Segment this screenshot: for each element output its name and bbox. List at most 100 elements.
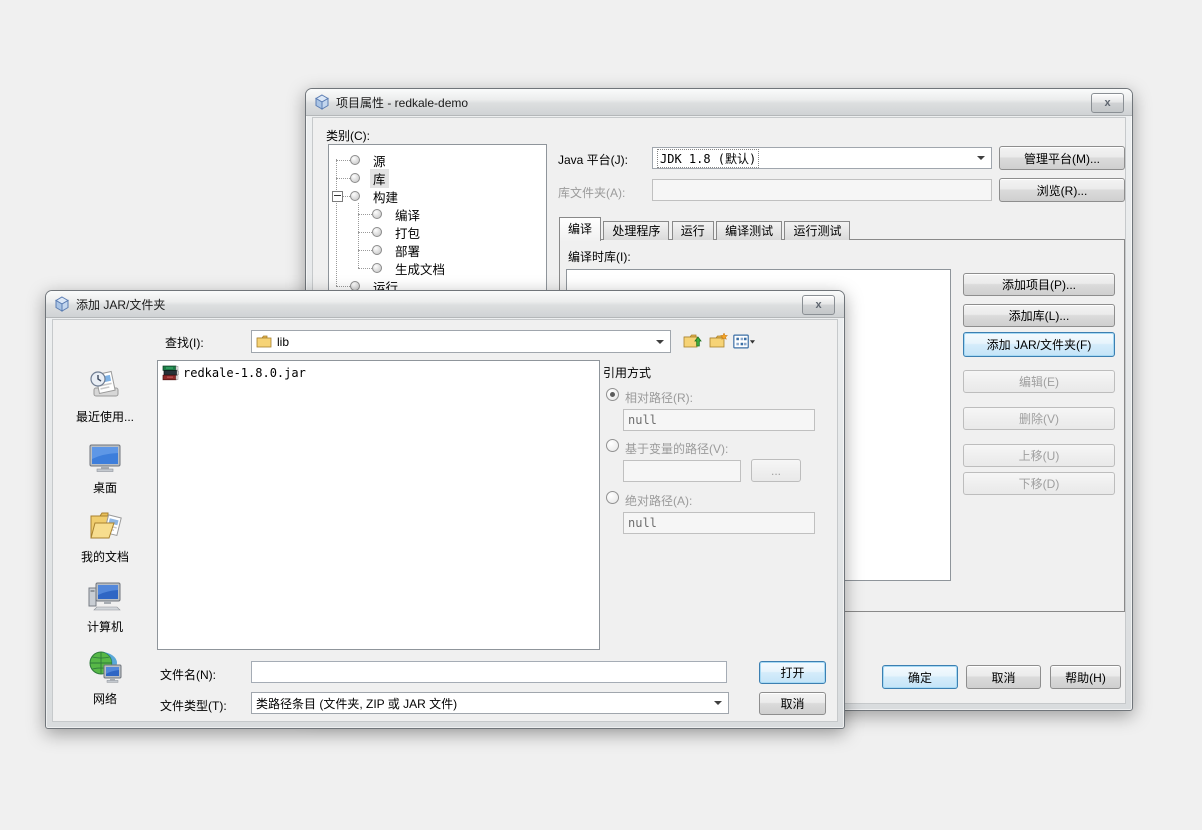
remove-button[interactable]: 删除(V) (963, 407, 1115, 430)
sidebar-item-label: 我的文档 (59, 548, 151, 565)
sidebar-item-label: 网络 (59, 690, 151, 707)
variable-path-label: 基于变量的路径(V): (625, 440, 728, 457)
folder-icon (256, 335, 272, 348)
tree-bullet-icon (350, 173, 360, 183)
tree-guide-line (358, 268, 372, 269)
netbeans-cube-icon (314, 94, 330, 110)
tree-guide-line (358, 214, 372, 215)
file-type-value: 类路径条目 (文件夹, ZIP 或 JAR 文件) (256, 695, 457, 712)
add-jar-dialog: 添加 JAR/文件夹 x 查找(I): lib (45, 290, 845, 729)
tree-guide-line (336, 178, 350, 179)
relative-path-input[interactable] (623, 409, 815, 431)
absolute-path-input[interactable] (623, 512, 815, 534)
tree-node-build[interactable]: 构建 (350, 187, 401, 205)
java-platform-value: JDK 1.8 (默认) (657, 149, 759, 168)
new-folder-icon (708, 332, 728, 350)
tab-processor[interactable]: 处理程序 (603, 221, 669, 240)
close-icon[interactable]: x (1091, 93, 1124, 113)
sidebar-item-recent[interactable]: 最近使用... (59, 368, 151, 425)
chevron-down-icon (977, 156, 985, 164)
tree-bullet-icon (372, 227, 382, 237)
java-platform-label: Java 平台(J): (558, 151, 628, 168)
tree-node-packaging[interactable]: 打包 (372, 223, 423, 241)
tab-run[interactable]: 运行 (672, 221, 714, 240)
tree-bullet-icon (372, 245, 382, 255)
look-in-label: 查找(I): (165, 334, 204, 351)
sidebar-item-network[interactable]: 网络 (59, 650, 151, 707)
open-button[interactable]: 打开 (759, 661, 826, 684)
relative-path-label: 相对路径(R): (625, 389, 693, 406)
tree-guide-line (358, 203, 359, 268)
browse-button[interactable]: 浏览(R)... (999, 178, 1125, 202)
edit-button[interactable]: 编辑(E) (963, 370, 1115, 393)
dialog-cancel-button[interactable]: 取消 (759, 692, 826, 715)
network-icon (87, 650, 123, 684)
tree-node-deploy[interactable]: 部署 (372, 241, 423, 259)
tree-node-documentation[interactable]: 生成文档 (372, 259, 448, 277)
look-in-combo[interactable]: lib (251, 330, 671, 353)
desktop-icon (87, 443, 123, 473)
up-folder-icon (682, 332, 702, 350)
add-jar-content: 查找(I): lib (52, 319, 838, 722)
relative-path-radio[interactable] (606, 388, 619, 401)
tree-bullet-icon (372, 209, 382, 219)
file-list[interactable]: redkale-1.8.0.jar (157, 360, 600, 650)
add-jar-folder-button[interactable]: 添加 JAR/文件夹(F) (963, 332, 1115, 357)
move-up-button[interactable]: 上移(U) (963, 444, 1115, 467)
jar-archive-icon (162, 365, 179, 381)
sidebar-item-label: 最近使用... (59, 408, 151, 425)
tree-node-libraries[interactable]: 库 (350, 169, 389, 187)
tree-node-compile[interactable]: 编译 (372, 205, 423, 223)
reference-panel-title: 引用方式 (603, 364, 651, 381)
tab-run-tests[interactable]: 运行测试 (784, 221, 850, 240)
sidebar-item-label: 桌面 (59, 479, 151, 496)
variable-browse-button[interactable]: ... (751, 459, 801, 482)
file-type-combo[interactable]: 类路径条目 (文件夹, ZIP 或 JAR 文件) (251, 692, 729, 714)
file-name: redkale-1.8.0.jar (183, 366, 306, 380)
file-list-item[interactable]: redkale-1.8.0.jar (162, 365, 306, 381)
variable-path-input[interactable] (623, 460, 741, 482)
libraries-folder-input[interactable] (652, 179, 992, 201)
project-properties-titlebar[interactable]: 项目属性 - redkale-demo (306, 89, 1132, 116)
new-folder-button[interactable] (707, 331, 729, 351)
help-button[interactable]: 帮助(H) (1050, 665, 1121, 689)
java-platform-combo[interactable]: JDK 1.8 (默认) (652, 147, 992, 169)
file-name-input[interactable] (251, 661, 727, 683)
tree-bullet-icon (350, 191, 360, 201)
sidebar-item-documents[interactable]: 我的文档 (59, 510, 151, 565)
close-icon[interactable]: x (802, 295, 835, 315)
window-title: 项目属性 - redkale-demo (336, 94, 468, 111)
compile-libs-label: 编译时库(I): (568, 248, 631, 265)
add-library-button[interactable]: 添加库(L)... (963, 304, 1115, 327)
sidebar-item-label: 计算机 (59, 618, 151, 635)
libraries-folder-label: 库文件夹(A): (558, 184, 625, 201)
file-name-label: 文件名(N): (160, 666, 216, 683)
tab-compile-tests[interactable]: 编译测试 (716, 221, 782, 240)
tree-guide-line (358, 232, 372, 233)
add-jar-titlebar[interactable]: 添加 JAR/文件夹 (46, 291, 844, 318)
sidebar-item-desktop[interactable]: 桌面 (59, 443, 151, 496)
tab-compile[interactable]: 编译 (559, 217, 601, 241)
sidebar-item-computer[interactable]: 计算机 (59, 580, 151, 635)
ok-button[interactable]: 确定 (882, 665, 958, 689)
manage-platforms-button[interactable]: 管理平台(M)... (999, 146, 1125, 170)
file-type-label: 文件类型(T): (160, 697, 227, 714)
add-project-button[interactable]: 添加项目(P)... (963, 273, 1115, 296)
recent-items-icon (88, 368, 122, 402)
netbeans-cube-icon (54, 296, 70, 312)
dialog-title: 添加 JAR/文件夹 (76, 296, 165, 313)
up-one-level-button[interactable] (681, 331, 703, 351)
tree-guide-line (336, 160, 350, 161)
absolute-path-radio[interactable] (606, 491, 619, 504)
tree-bullet-icon (372, 263, 382, 273)
tree-node-sources[interactable]: 源 (350, 151, 389, 169)
tree-collapse-icon[interactable] (332, 191, 343, 202)
variable-path-radio[interactable] (606, 439, 619, 452)
documents-folder-icon (88, 510, 122, 542)
computer-icon (87, 580, 123, 612)
view-menu-button[interactable] (733, 331, 755, 351)
category-label: 类别(C): (326, 127, 370, 144)
libraries-tabs: 编译 处理程序 运行 编译测试 运行测试 (559, 217, 850, 239)
move-down-button[interactable]: 下移(D) (963, 472, 1115, 495)
cancel-button[interactable]: 取消 (966, 665, 1041, 689)
